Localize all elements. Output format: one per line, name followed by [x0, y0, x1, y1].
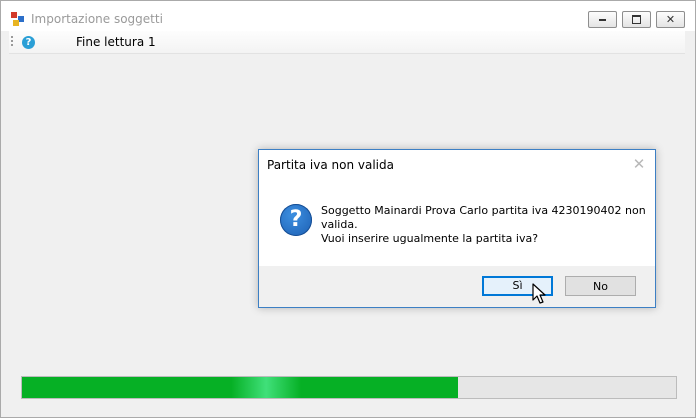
- dialog-title: Partita iva non valida: [267, 158, 394, 172]
- grip-icon[interactable]: [11, 36, 13, 48]
- title-bar[interactable]: Importazione soggetti ✕: [1, 1, 695, 31]
- app-icon-square: [11, 12, 17, 18]
- minimize-button[interactable]: [588, 11, 617, 28]
- help-icon[interactable]: ?: [22, 36, 35, 49]
- status-strip: ? Fine lettura 1: [9, 31, 685, 54]
- minimize-icon: [599, 19, 606, 21]
- status-text: Fine lettura 1: [76, 35, 156, 49]
- progress-bar: [21, 376, 677, 399]
- mouse-cursor-icon: [532, 283, 546, 304]
- dialog-close-icon[interactable]: ✕: [629, 153, 649, 175]
- dialog-message-line: Vuoi inserire ugualmente la partita iva?: [321, 232, 539, 245]
- app-icon-square: [13, 20, 19, 26]
- question-icon: ?: [280, 204, 312, 236]
- message-dialog: Partita iva non valida ✕ ? Soggetto Main…: [258, 149, 656, 308]
- dialog-message-line: valida.: [321, 218, 358, 231]
- maximize-button[interactable]: [622, 11, 651, 28]
- progress-fill: [22, 377, 459, 398]
- window-title: Importazione soggetti: [31, 12, 163, 26]
- dialog-footer: Sì No: [259, 266, 655, 307]
- no-button[interactable]: No: [565, 276, 636, 296]
- app-icon: [11, 12, 25, 26]
- dialog-message-line: Soggetto Mainardi Prova Carlo partita iv…: [321, 204, 646, 217]
- close-icon: ✕: [665, 13, 676, 26]
- close-button[interactable]: ✕: [656, 11, 685, 28]
- maximize-icon: [632, 15, 641, 24]
